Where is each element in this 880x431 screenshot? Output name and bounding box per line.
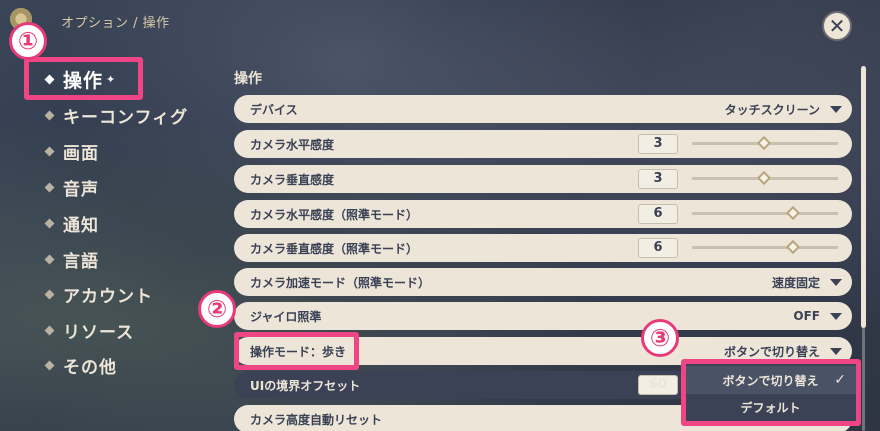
close-icon: ✕ [828, 14, 846, 38]
setting-row-camera-h-sens: カメラ水平感度 3 [234, 130, 852, 158]
sidebar-item-label: キーコンフィグ [63, 107, 189, 128]
caret-down-icon [830, 348, 842, 355]
highlight-box-1 [24, 57, 143, 100]
value-input[interactable]: 3 [638, 169, 678, 189]
setting-label: カメラ水平感度（照準モード） [250, 207, 419, 222]
sidebar-item-label: 音声 [63, 179, 99, 200]
setting-value: ボタンで切り替え [723, 344, 820, 359]
diamond-bullet-icon [44, 289, 55, 299]
caret-down-icon [830, 313, 842, 320]
breadcrumb: オプション / 操作 [61, 16, 170, 31]
setting-label: ジャイロ照準 [250, 309, 322, 324]
annotation-marker-1: ① [9, 22, 47, 60]
sidebar-item-account[interactable]: アカウント [30, 282, 200, 307]
annotation-marker-2: ② [198, 290, 236, 328]
sidebar-item-resources[interactable]: リソース [30, 318, 200, 343]
slider-thumb[interactable] [786, 205, 801, 221]
sidebar-item-label: 通知 [63, 215, 99, 236]
sidebar-item-label: その他 [63, 357, 117, 378]
highlight-box-2 [234, 332, 359, 370]
header: オプション / 操作 ✕ [0, 0, 880, 48]
diamond-bullet-icon [44, 325, 55, 335]
diamond-bullet-icon [44, 146, 55, 156]
diamond-bullet-icon [44, 360, 55, 370]
setting-value: タッチスクリーン [724, 102, 820, 117]
sidebar-item-label: リソース [63, 322, 135, 343]
slider-thumb[interactable] [756, 135, 772, 151]
sidebar-item-language[interactable]: 言語 [30, 247, 200, 272]
diamond-bullet-icon [44, 182, 55, 192]
highlight-box-3 [681, 359, 861, 426]
diamond-bullet-icon [44, 254, 55, 264]
setting-label: カメラ垂直感度 [250, 172, 335, 187]
diamond-bullet-icon [44, 110, 55, 120]
setting-label: カメラ加速モード（照準モード） [250, 275, 431, 290]
setting-row-camera-h-sens-aim: カメラ水平感度（照準モード） 6 [234, 200, 852, 228]
sidebar-item-display[interactable]: 画面 [30, 139, 200, 164]
sidebar-item-label: 画面 [63, 143, 99, 164]
setting-row-camera-v-sens-aim: カメラ垂直感度（照準モード） 6 [234, 234, 852, 262]
value-input[interactable]: 6 [638, 238, 678, 258]
caret-down-icon [830, 106, 842, 113]
slider-track[interactable] [692, 246, 838, 249]
value-input[interactable]: 3 [638, 134, 678, 154]
sidebar-item-audio[interactable]: 音声 [30, 175, 200, 200]
setting-row-device[interactable]: デバイス タッチスクリーン [234, 95, 852, 123]
sidebar-item-keyconfig[interactable]: キーコンフィグ [30, 103, 200, 128]
sidebar-item-other[interactable]: その他 [30, 353, 200, 378]
annotation-marker-3: ③ [641, 319, 679, 357]
section-title: 操作 [234, 71, 262, 87]
value-input[interactable]: 60 [638, 375, 678, 395]
caret-down-icon [830, 279, 842, 286]
setting-label: カメラ水平感度 [250, 137, 335, 152]
slider-thumb[interactable] [756, 170, 772, 186]
scrollbar-thumb[interactable] [861, 66, 866, 328]
setting-row-gyro[interactable]: ジャイロ照準 OFF [234, 302, 852, 330]
sidebar-item-notifications[interactable]: 通知 [30, 211, 200, 236]
sidebar-item-label: 言語 [63, 251, 99, 272]
setting-label: カメラ高度自動リセット [250, 412, 383, 427]
diamond-bullet-icon [44, 218, 55, 228]
sidebar-item-label: アカウント [63, 286, 153, 307]
value-input[interactable]: 6 [638, 204, 678, 224]
setting-row-camera-accel[interactable]: カメラ加速モード（照準モード） 速度固定 [234, 268, 852, 296]
setting-value: OFF [793, 309, 820, 323]
slider-track[interactable] [692, 212, 838, 215]
setting-label: UIの境界オフセット [250, 378, 361, 393]
setting-label: カメラ垂直感度（照準モード） [250, 241, 419, 256]
setting-value: 速度固定 [771, 275, 820, 290]
setting-row-camera-v-sens: カメラ垂直感度 3 [234, 165, 852, 193]
close-button[interactable]: ✕ [822, 11, 852, 41]
setting-label: デバイス [250, 102, 298, 117]
slider-thumb[interactable] [786, 239, 801, 255]
